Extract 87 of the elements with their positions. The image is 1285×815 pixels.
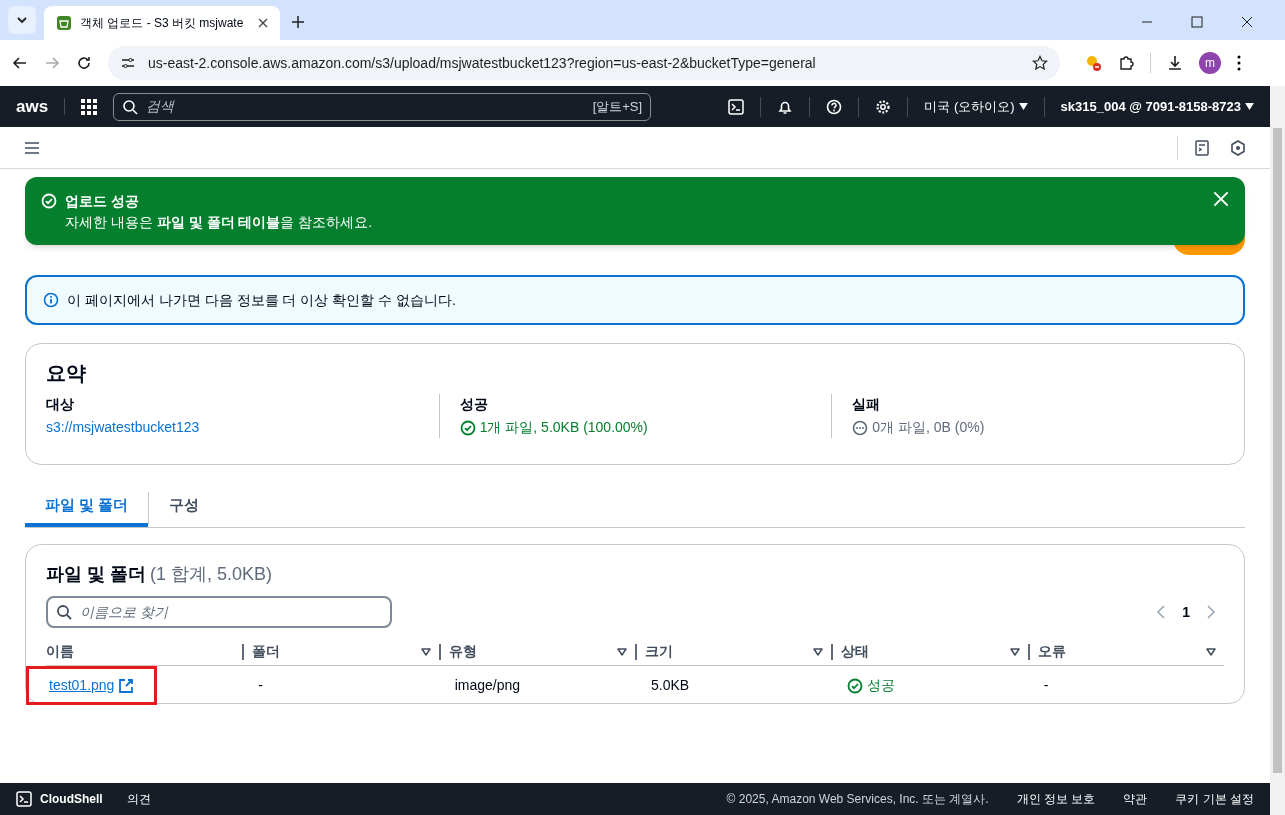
sort-caret-icon[interactable]: [617, 646, 627, 657]
search-field[interactable]: 검색 [알트+S]: [113, 92, 652, 121]
notes-icon[interactable]: [1194, 139, 1210, 156]
close-button[interactable]: [1213, 191, 1229, 207]
tab[interactable]: 구성: [149, 488, 220, 527]
feedback-link[interactable]: 의견: [126, 790, 151, 808]
pending-icon: [852, 419, 869, 436]
footer-link[interactable]: 쿠키 기본 설정: [1175, 790, 1254, 808]
close-icon: [1213, 191, 1229, 207]
success-icon: [41, 193, 57, 209]
menu-icon[interactable]: [24, 139, 40, 156]
column-header: 오류: [1037, 642, 1067, 661]
footer-link[interactable]: 개인 정보 보호: [1016, 790, 1096, 808]
region-menu[interactable]: 미국 (오하이오): [924, 96, 1028, 117]
column-header: 폴더: [252, 642, 282, 661]
apps-grid-icon[interactable]: [81, 98, 98, 115]
table-cell-text: 5.0KB: [650, 676, 691, 695]
table-cell-text: -: [1042, 676, 1050, 695]
summary-value: 1개 파일, 5.0KB (100.00%): [479, 418, 648, 437]
back-icon[interactable]: [12, 55, 28, 71]
url-text: us-east-2.console.aws.amazon.com/s3/upload/msjwatestbucket123?region=us-east-2&bucketType=general: [148, 53, 817, 73]
cloudshell-button[interactable]: CloudShell: [16, 790, 103, 808]
copyright-text: © 2025, Amazon Web Services, Inc. 또는 계열사.: [726, 791, 989, 808]
summary-title: 요약: [46, 361, 87, 386]
sort-caret-icon[interactable]: [420, 646, 431, 657]
files-title: 파일 및 폴더: [46, 563, 146, 586]
new-tab-icon[interactable]: [292, 16, 304, 28]
terminal-icon: [16, 791, 32, 807]
shortcut-hint: [알트+S]: [592, 97, 643, 116]
success-icon: [847, 677, 864, 694]
summary-label: 대상: [46, 395, 75, 414]
filter-input[interactable]: 이름으로 찾기: [80, 601, 382, 623]
page-number[interactable]: 1: [1182, 601, 1190, 623]
sort-caret-icon[interactable]: [813, 646, 824, 657]
column-header: 유형: [448, 642, 478, 661]
tab[interactable]: 파일 및 폴더: [25, 488, 149, 527]
browser-tab[interactable]: 객체 업로드 - S3 버킷 msjwate: [44, 6, 280, 40]
help-icon[interactable]: [826, 98, 843, 115]
info-icon: [43, 292, 59, 308]
column-header: 크기: [645, 642, 674, 661]
site-info-icon[interactable]: [120, 55, 136, 71]
status-text: 성공: [867, 676, 896, 695]
files-count: (1 합계, 5.0KB): [150, 563, 273, 586]
hexagon-icon[interactable]: [1230, 139, 1246, 156]
summary-label: 실패: [852, 395, 882, 414]
file-link[interactable]: test01.png: [26, 666, 158, 705]
caret-icon: [1018, 103, 1028, 110]
caret-icon: [1245, 103, 1254, 110]
settings-icon[interactable]: [875, 98, 892, 115]
external-link-icon: [118, 677, 135, 694]
search-icon: [122, 98, 139, 115]
filter-field[interactable]: 이름으로 찾기: [46, 596, 392, 628]
close-icon[interactable]: [1241, 16, 1253, 28]
summary-label: 성공: [459, 395, 489, 414]
tab-title: 객체 업로드 - S3 버킷 msjwate: [80, 15, 245, 32]
column-header: 상태: [841, 642, 871, 661]
search-input[interactable]: 검색: [146, 96, 585, 117]
more-icon[interactable]: [1237, 55, 1241, 71]
puzzle-icon[interactable]: [1118, 55, 1134, 71]
reload-icon[interactable]: [76, 55, 92, 71]
chevron-down-icon: [16, 14, 28, 26]
cloudshell-icon[interactable]: [728, 98, 745, 115]
maximize-icon[interactable]: [1191, 16, 1203, 28]
address-bar[interactable]: us-east-2.console.aws.amazon.com/s3/upload/msjwatestbucket123?region=us-east-2&bucketType=general: [108, 46, 1060, 80]
account-menu[interactable]: sk315_004 @ 7091-8158-8723: [1060, 96, 1254, 117]
table-cell-text: image/png: [453, 676, 522, 695]
sort-caret-icon[interactable]: [1009, 646, 1020, 657]
info-text: 이 페이지에서 나가면 다음 정보를 더 이상 확인할 수 없습니다.: [67, 290, 456, 310]
profile-avatar[interactable]: m: [1199, 52, 1221, 74]
footer-link[interactable]: 약관: [1123, 790, 1148, 808]
success-icon: [459, 419, 476, 436]
extension-icon[interactable]: [1084, 54, 1102, 72]
search-icon: [56, 604, 72, 620]
toast-message: 자세한 내용은 파일 및 폴더 테이블을 참조하세요.: [65, 213, 374, 232]
toast-title: 업로드 성공: [65, 192, 140, 211]
summary-value: 0개 파일, 0B (0%): [872, 418, 985, 437]
download-icon[interactable]: [1167, 55, 1183, 71]
close-icon[interactable]: [258, 18, 268, 28]
bucket-link[interactable]: s3://msjwatestbucket123: [46, 417, 439, 438]
sort-caret-icon[interactable]: [1206, 646, 1216, 657]
aws-logo[interactable]: aws: [16, 98, 66, 115]
table-cell-text: -: [257, 676, 264, 695]
bucket-favicon: [56, 15, 72, 31]
column-header: 이름: [46, 642, 75, 661]
star-icon[interactable]: [1032, 55, 1048, 71]
tab-list-button[interactable]: [8, 6, 36, 34]
scrollbar-thumb[interactable]: [1273, 128, 1282, 773]
